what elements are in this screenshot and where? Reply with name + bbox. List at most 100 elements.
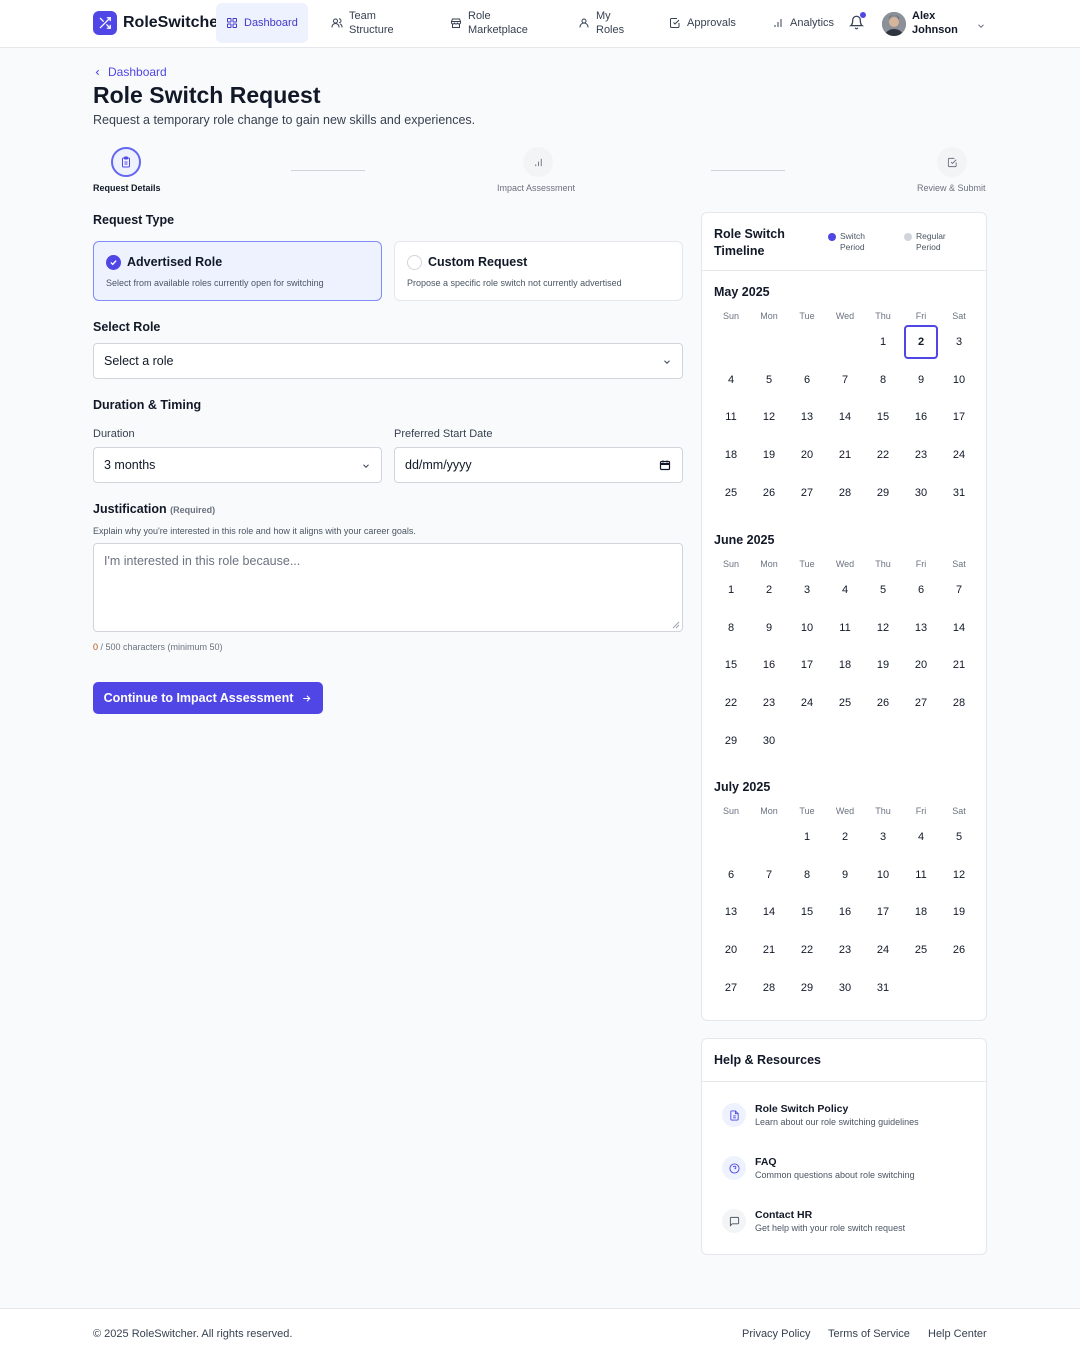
calendar-day[interactable]: 27 xyxy=(714,971,748,1005)
calendar-day[interactable]: 11 xyxy=(714,400,748,434)
calendar-day[interactable]: 30 xyxy=(752,724,786,758)
calendar-day[interactable]: 19 xyxy=(942,895,976,929)
calendar-day[interactable]: 6 xyxy=(904,573,938,607)
calendar-day[interactable]: 31 xyxy=(942,476,976,510)
breadcrumb-back-link[interactable]: Dashboard xyxy=(108,65,167,79)
calendar-day[interactable]: 16 xyxy=(752,648,786,682)
calendar-day[interactable]: 29 xyxy=(866,476,900,510)
calendar-day[interactable]: 18 xyxy=(904,895,938,929)
calendar-day[interactable]: 20 xyxy=(714,933,748,967)
calendar-day[interactable]: 11 xyxy=(904,858,938,892)
calendar-day[interactable]: 24 xyxy=(866,933,900,967)
calendar-day[interactable]: 8 xyxy=(866,363,900,397)
calendar-icon[interactable] xyxy=(659,459,671,471)
calendar-day[interactable]: 14 xyxy=(942,611,976,645)
calendar-day[interactable]: 31 xyxy=(866,971,900,1005)
start-date-input[interactable]: dd/mm/yyyy xyxy=(394,447,683,483)
radio-checked[interactable] xyxy=(106,255,121,270)
calendar-day[interactable]: 17 xyxy=(866,895,900,929)
calendar-day[interactable]: 27 xyxy=(904,686,938,720)
calendar-day[interactable]: 15 xyxy=(790,895,824,929)
calendar-day[interactable]: 2 xyxy=(752,573,786,607)
calendar-day[interactable]: 13 xyxy=(790,400,824,434)
calendar-day[interactable]: 12 xyxy=(942,858,976,892)
calendar-day[interactable]: 10 xyxy=(790,611,824,645)
calendar-day[interactable]: 18 xyxy=(828,648,862,682)
calendar-day[interactable]: 28 xyxy=(752,971,786,1005)
calendar-day[interactable]: 23 xyxy=(752,686,786,720)
calendar-day[interactable]: 29 xyxy=(714,724,748,758)
calendar-day[interactable]: 19 xyxy=(866,648,900,682)
calendar-day[interactable]: 18 xyxy=(714,438,748,472)
calendar-day[interactable]: 11 xyxy=(828,611,862,645)
calendar-day[interactable]: 14 xyxy=(752,895,786,929)
breadcrumb[interactable]: Dashboard xyxy=(93,65,167,79)
calendar-day[interactable]: 7 xyxy=(828,363,862,397)
app-logo[interactable]: RoleSwitcher xyxy=(93,11,224,35)
calendar-day[interactable]: 25 xyxy=(904,933,938,967)
calendar-day[interactable]: 5 xyxy=(942,820,976,854)
calendar-day[interactable]: 25 xyxy=(714,476,748,510)
calendar-day[interactable]: 21 xyxy=(942,648,976,682)
calendar-day[interactable]: 9 xyxy=(828,858,862,892)
calendar-day[interactable]: 13 xyxy=(714,895,748,929)
calendar-day[interactable]: 6 xyxy=(790,363,824,397)
resize-handle-icon[interactable] xyxy=(672,621,680,629)
calendar-day[interactable]: 15 xyxy=(866,400,900,434)
calendar-day[interactable]: 30 xyxy=(904,476,938,510)
nav-my-roles[interactable]: My Roles xyxy=(568,3,638,43)
calendar-day[interactable]: 16 xyxy=(828,895,862,929)
nav-analytics[interactable]: Analytics xyxy=(762,3,844,43)
nav-approvals[interactable]: Approvals xyxy=(659,3,746,43)
calendar-day[interactable]: 1 xyxy=(866,325,900,359)
calendar-day[interactable]: 19 xyxy=(752,438,786,472)
chevron-down-icon[interactable] xyxy=(976,18,986,36)
calendar-day[interactable]: 12 xyxy=(752,400,786,434)
radio-unchecked[interactable] xyxy=(407,255,422,270)
calendar-day[interactable]: 6 xyxy=(714,858,748,892)
nav-team-structure[interactable]: Team Structure xyxy=(321,3,421,43)
calendar-day[interactable]: 13 xyxy=(904,611,938,645)
calendar-day[interactable]: 23 xyxy=(904,438,938,472)
calendar-day[interactable]: 22 xyxy=(790,933,824,967)
calendar-day[interactable]: 28 xyxy=(828,476,862,510)
calendar-day[interactable]: 21 xyxy=(752,933,786,967)
calendar-day[interactable]: 24 xyxy=(790,686,824,720)
avatar[interactable] xyxy=(882,12,906,36)
calendar-day[interactable]: 8 xyxy=(790,858,824,892)
continue-button[interactable]: Continue to Impact Assessment xyxy=(93,682,323,714)
calendar-day[interactable]: 15 xyxy=(714,648,748,682)
calendar-day[interactable]: 4 xyxy=(828,573,862,607)
calendar-day[interactable]: 26 xyxy=(866,686,900,720)
calendar-day[interactable]: 26 xyxy=(752,476,786,510)
calendar-day[interactable]: 4 xyxy=(904,820,938,854)
calendar-day[interactable]: 20 xyxy=(790,438,824,472)
request-type-advertised[interactable]: Advertised Role Select from available ro… xyxy=(93,241,382,301)
calendar-day[interactable]: 9 xyxy=(752,611,786,645)
calendar-day[interactable]: 24 xyxy=(942,438,976,472)
calendar-day[interactable]: 17 xyxy=(790,648,824,682)
calendar-day[interactable]: 20 xyxy=(904,648,938,682)
calendar-day[interactable]: 14 xyxy=(828,400,862,434)
terms-of-service-link[interactable]: Terms of Service xyxy=(828,1328,910,1340)
calendar-day[interactable]: 7 xyxy=(942,573,976,607)
calendar-day[interactable]: 1 xyxy=(714,573,748,607)
notifications-button[interactable] xyxy=(848,12,866,35)
calendar-day[interactable]: 5 xyxy=(752,363,786,397)
help-center-link[interactable]: Help Center xyxy=(928,1328,987,1340)
calendar-day[interactable]: 3 xyxy=(790,573,824,607)
calendar-day[interactable]: 22 xyxy=(714,686,748,720)
calendar-day[interactable]: 3 xyxy=(942,325,976,359)
calendar-day[interactable]: 22 xyxy=(866,438,900,472)
calendar-day[interactable]: 10 xyxy=(866,858,900,892)
calendar-day[interactable]: 21 xyxy=(828,438,862,472)
duration-select[interactable]: 3 months xyxy=(93,447,382,483)
role-select[interactable]: Select a role xyxy=(93,343,683,379)
calendar-day[interactable]: 27 xyxy=(790,476,824,510)
calendar-day[interactable]: 2 xyxy=(828,820,862,854)
calendar-day[interactable]: 5 xyxy=(866,573,900,607)
nav-role-marketplace[interactable]: Role Marketplace xyxy=(440,3,550,43)
privacy-policy-link[interactable]: Privacy Policy xyxy=(742,1328,810,1340)
calendar-day[interactable]: 9 xyxy=(904,363,938,397)
calendar-day[interactable]: 25 xyxy=(828,686,862,720)
